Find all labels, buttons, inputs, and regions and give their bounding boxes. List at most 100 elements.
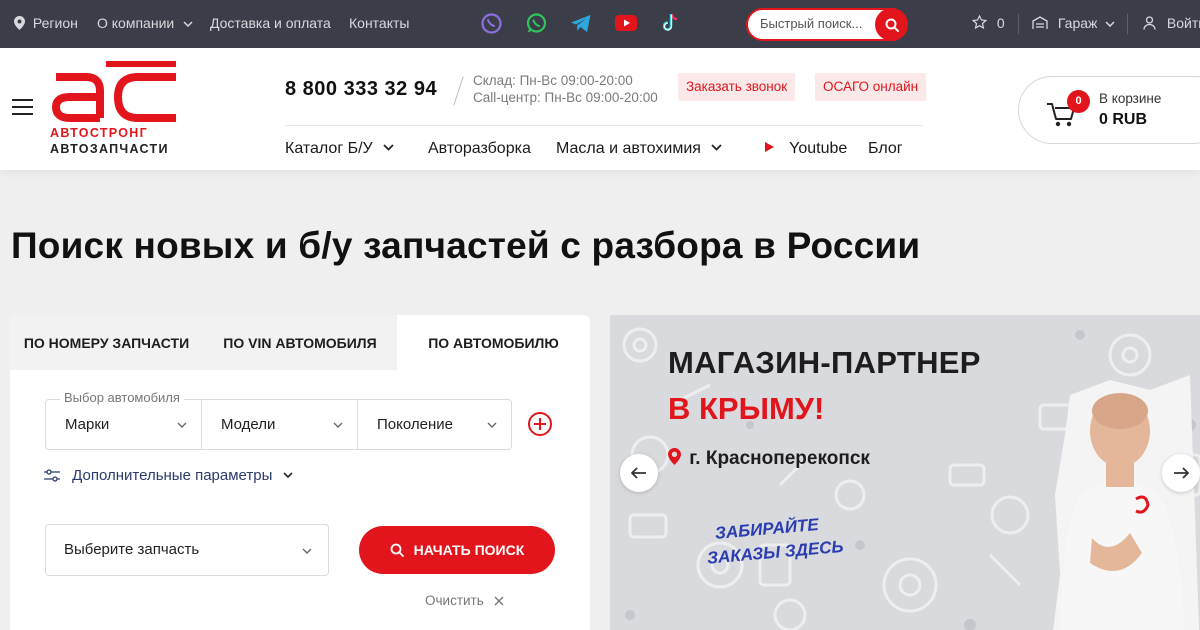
- chevron-down-icon: [177, 422, 187, 428]
- chevron-down-icon: [711, 144, 723, 151]
- search-input[interactable]: [760, 16, 878, 31]
- generation-value: Поколение: [377, 416, 453, 433]
- menu-icon[interactable]: [12, 99, 33, 120]
- search-tabs: ПО НОМЕРУ ЗАПЧАСТИ ПО VIN АВТОМОБИЛЯ ПО …: [10, 315, 590, 370]
- cart-label: В корзине: [1099, 91, 1162, 106]
- osago-button[interactable]: ОСАГО онлайн: [815, 73, 927, 101]
- chevron-down-icon: [487, 422, 497, 428]
- divider: [453, 76, 464, 106]
- chevron-down-icon: [282, 472, 293, 479]
- phone-number[interactable]: 8 800 333 32 94: [285, 78, 437, 101]
- about-menu[interactable]: О компании: [97, 15, 193, 31]
- banner-location-label: г. Красноперекопск: [689, 448, 870, 469]
- nav-blog[interactable]: Блог: [868, 140, 903, 158]
- youtube-icon[interactable]: [615, 12, 637, 34]
- callback-button[interactable]: Заказать звонок: [678, 73, 796, 101]
- viber-icon[interactable]: [480, 12, 502, 34]
- delivery-link[interactable]: Доставка и оплата: [210, 15, 331, 31]
- tab-by-vin[interactable]: ПО VIN АВТОМОБИЛЯ: [203, 315, 397, 370]
- clear-label: Очистить: [425, 593, 484, 608]
- nav-catalog-label: Каталог Б/У: [285, 140, 373, 157]
- working-hours: Склад: Пн-Вс 09:00-20:00 Call-центр: Пн-…: [473, 72, 658, 106]
- chevron-down-icon: [383, 144, 394, 151]
- whatsapp-icon[interactable]: [525, 12, 547, 34]
- region-label: Регион: [32, 15, 78, 31]
- cart-count-badge: 0: [1067, 90, 1090, 113]
- telegram-icon[interactable]: [570, 12, 592, 34]
- site-header: АВТОСТРОНГ АВТОЗАПЧАСТИ 8 800 333 32 94 …: [0, 48, 1200, 170]
- filter-icon: [44, 469, 60, 482]
- generation-select[interactable]: Поколение: [357, 400, 511, 449]
- banner-subtitle: В КРЫМУ!: [668, 391, 825, 426]
- location-pin-icon: [668, 448, 681, 465]
- about-label: О компании: [97, 15, 175, 31]
- login-link[interactable]: Войти: [1143, 15, 1200, 31]
- make-value: Марки: [65, 416, 110, 433]
- car-selector: Марки Модели Поколение: [45, 399, 512, 450]
- cart-widget[interactable]: 0 В корзине 0 RUB: [1018, 76, 1200, 144]
- user-icon: [1143, 16, 1156, 30]
- promo-banner[interactable]: МАГАЗИН-ПАРТНЕР В КРЫМУ! г. Краснопереко…: [610, 315, 1200, 630]
- callcenter-hours: Call-центр: Пн-Вс 09:00-20:00: [473, 90, 658, 105]
- make-select[interactable]: Марки: [46, 400, 201, 449]
- divider: [285, 125, 923, 126]
- garage-icon: [1032, 16, 1048, 29]
- divider: [1127, 14, 1128, 34]
- nav-catalog[interactable]: Каталог Б/У: [285, 140, 394, 158]
- start-search-label: НАЧАТЬ ПОИСК: [413, 542, 525, 558]
- warehouse-hours: Склад: Пн-Вс 09:00-20:00: [473, 73, 633, 88]
- nav-oils-label: Масла и автохимия: [556, 140, 701, 157]
- model-value: Модели: [221, 416, 276, 433]
- favorites-count: 0: [996, 15, 1005, 31]
- play-icon: [765, 142, 774, 152]
- tiktok-icon[interactable]: [659, 12, 681, 34]
- extra-params-label: Дополнительные параметры: [72, 467, 273, 484]
- banner-next-button[interactable]: [1162, 454, 1200, 492]
- part-select-value: Выберите запчасть: [64, 541, 200, 558]
- model-select[interactable]: Модели: [201, 400, 357, 449]
- search-icon: [885, 18, 899, 32]
- cart-amount: 0 RUB: [1099, 111, 1148, 128]
- nav-youtube-label: Youtube: [789, 140, 848, 157]
- close-icon: [494, 596, 504, 606]
- banner-prev-button[interactable]: [620, 454, 658, 492]
- logo-brand: АВТОСТРОНГ: [50, 126, 148, 140]
- search-button[interactable]: [875, 8, 908, 41]
- page-title: Поиск новых и б/у запчастей с разбора в …: [11, 225, 921, 266]
- parts-search-panel: ПО НОМЕРУ ЗАПЧАСТИ ПО VIN АВТОМОБИЛЯ ПО …: [10, 315, 590, 630]
- partner-person-photo: [1060, 393, 1185, 630]
- logo-tagline: АВТОЗАПЧАСТИ: [50, 142, 169, 156]
- region-selector[interactable]: Регион: [14, 15, 78, 31]
- part-select[interactable]: Выберите запчасть: [45, 524, 329, 576]
- location-pin-icon: [14, 16, 25, 30]
- car-select-label: Выбор автомобиля: [60, 390, 184, 405]
- chevron-down-icon: [1105, 21, 1115, 28]
- logo-mark: [51, 61, 176, 122]
- login-label: Войти: [1166, 15, 1200, 31]
- nav-youtube[interactable]: Youtube: [765, 140, 847, 158]
- contacts-link[interactable]: Контакты: [349, 15, 409, 31]
- tab-by-part-number[interactable]: ПО НОМЕРУ ЗАПЧАСТИ: [10, 315, 203, 370]
- tab-by-car[interactable]: ПО АВТОМОБИЛЮ: [397, 315, 590, 370]
- search-icon: [390, 543, 404, 557]
- favorites[interactable]: 0: [971, 14, 1005, 31]
- arrow-left-icon: [631, 467, 646, 479]
- banner-location: г. Красноперекопск: [668, 448, 870, 470]
- nav-razborka[interactable]: Авторазборка: [428, 140, 531, 158]
- chevron-down-icon: [183, 21, 193, 28]
- arrow-right-icon: [1174, 467, 1189, 479]
- extra-params-toggle[interactable]: Дополнительные параметры: [44, 467, 293, 484]
- star-icon: [971, 14, 988, 30]
- banner-title: МАГАЗИН-ПАРТНЕР: [668, 345, 981, 380]
- nav-oils[interactable]: Масла и автохимия: [556, 140, 723, 158]
- top-bar: Регион О компании Доставка и оплата Конт…: [0, 0, 1200, 48]
- chevron-down-icon: [302, 548, 312, 554]
- quick-search[interactable]: [746, 8, 908, 41]
- garage-menu[interactable]: Гараж: [1032, 15, 1115, 31]
- add-car-button[interactable]: [528, 412, 552, 436]
- garage-label: Гараж: [1057, 15, 1098, 31]
- logo[interactable]: АВТОСТРОНГ АВТОЗАПЧАСТИ: [48, 60, 184, 160]
- start-search-button[interactable]: НАЧАТЬ ПОИСК: [359, 526, 555, 574]
- clear-button[interactable]: Очистить: [425, 593, 504, 608]
- chevron-down-icon: [333, 422, 343, 428]
